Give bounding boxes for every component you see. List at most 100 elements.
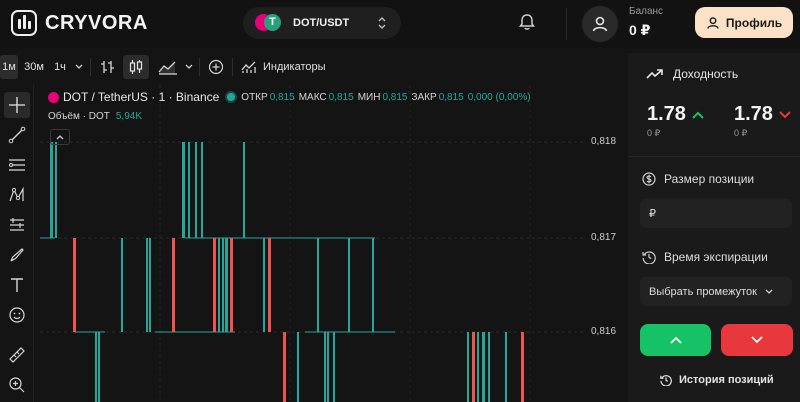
interval-1h[interactable]: 1ч	[48, 55, 72, 79]
price-tick: 0,818	[591, 136, 617, 147]
clock-history-icon	[642, 251, 656, 264]
avatar[interactable]	[582, 6, 618, 42]
buy-up-button[interactable]	[640, 324, 711, 356]
toolbar-divider	[232, 58, 233, 76]
volume-label: Объём · DOT	[48, 111, 110, 122]
indicators-icon	[241, 61, 256, 73]
bell-icon[interactable]	[517, 12, 537, 32]
panel-divider	[628, 156, 800, 157]
size-placeholder: ₽	[649, 208, 656, 220]
candle-up	[348, 238, 350, 332]
high-label: МАКС	[298, 91, 327, 103]
profile-label: Профиль	[725, 15, 783, 30]
size-label-text: Размер позиции	[664, 172, 755, 186]
collapse-legend-button[interactable]	[50, 129, 70, 145]
balance-label: Баланс	[629, 6, 664, 17]
position-history-link[interactable]: История позиций	[660, 374, 774, 386]
zoom-in-icon[interactable]	[4, 372, 30, 398]
top-header: CRYVORA T DOT/USDT Баланс 0 ₽ Профиль	[0, 0, 800, 48]
candle-down	[213, 238, 216, 332]
candle-down	[172, 238, 175, 332]
fib-levels-icon[interactable]	[4, 152, 30, 178]
profile-button[interactable]: Профиль	[695, 7, 793, 38]
ruler-icon[interactable]	[4, 342, 30, 368]
price-tick: 0,816	[591, 326, 617, 337]
pair-coin-icons: T	[255, 14, 283, 32]
pair-label: DOT/USDT	[293, 17, 350, 29]
projection-icon[interactable]	[4, 212, 30, 238]
candle-up	[372, 238, 374, 332]
dollar-coin-icon	[642, 172, 656, 186]
updown-chevron-icon	[378, 17, 386, 29]
change-value: 0,000 (0,00%)	[467, 91, 531, 103]
area-chart-type-icon[interactable]	[153, 55, 183, 79]
bar-chart-type-icon[interactable]	[95, 55, 121, 79]
indicators-button[interactable]: Индикаторы	[237, 55, 330, 79]
price-tick: 0,817	[591, 232, 617, 243]
expiry-select-value: Выбрать промежуток	[649, 285, 757, 298]
brand-name: CRYVORA	[45, 11, 148, 34]
indicators-label: Индикаторы	[263, 61, 326, 73]
payout-up: 1.78 0 ₽	[647, 103, 704, 139]
expiry-label: Время экспирации	[642, 250, 768, 264]
volume-value: 5,94K	[115, 111, 142, 122]
payout-up-currency: 0 ₽	[647, 128, 661, 138]
candle-up	[243, 142, 245, 238]
chart-legend: DOT / TetherUS · 1 · Binance ОТКР 0,815 …	[48, 90, 531, 104]
candle-up	[333, 332, 335, 402]
close-value: 0,815	[438, 91, 464, 103]
close-label: ЗАКР	[411, 91, 437, 103]
candle-up	[195, 142, 197, 238]
candle-up	[327, 332, 329, 402]
add-compare-icon[interactable]	[204, 55, 228, 79]
pattern-icon[interactable]	[4, 182, 30, 208]
payout-down-currency: 0 ₽	[734, 128, 748, 138]
payout-up-value: 1.78	[647, 103, 686, 125]
header-divider	[566, 8, 567, 40]
chevron-down-icon	[765, 289, 773, 294]
candle-down	[472, 332, 475, 402]
candle-up	[225, 238, 228, 332]
payout-title: Доходность	[673, 67, 739, 81]
candle-down	[521, 332, 524, 402]
price-chart[interactable]: DOT / TetherUS · 1 · Binance ОТКР 0,815 …	[35, 85, 625, 402]
payout-down-value: 1.78	[734, 103, 773, 125]
candle-up	[324, 332, 326, 402]
candle-up	[477, 332, 479, 402]
open-label: ОТКР	[241, 91, 268, 103]
candle-up	[149, 238, 151, 332]
trend-line-icon[interactable]	[4, 122, 30, 148]
interval-1m[interactable]: 1м	[0, 55, 18, 79]
crosshair-icon[interactable]	[4, 92, 30, 118]
position-size-input[interactable]: ₽	[640, 199, 792, 228]
candle-up	[50, 142, 53, 238]
brush-icon[interactable]	[4, 242, 30, 268]
toolbar-divider	[199, 58, 200, 76]
low-label: МИН	[357, 91, 381, 103]
candles-layer	[40, 85, 583, 402]
pair-selector[interactable]: T DOT/USDT	[243, 7, 401, 39]
candle-up	[55, 142, 57, 238]
toolbar-divider	[90, 58, 91, 76]
candles-chart-type-icon[interactable]	[123, 55, 149, 79]
expiry-label-text: Время экспирации	[664, 250, 768, 264]
candle-up	[488, 332, 490, 402]
sell-down-button[interactable]	[721, 324, 793, 356]
market-status-dot	[227, 93, 236, 101]
text-tool-icon[interactable]	[4, 272, 30, 298]
candle-down	[283, 332, 286, 402]
candle-up	[188, 142, 190, 238]
interval-30m[interactable]: 30м	[20, 55, 48, 79]
candle-down	[268, 238, 271, 332]
history-label: История позиций	[679, 374, 774, 386]
chevron-down-icon	[779, 110, 791, 118]
emoji-icon[interactable]	[4, 302, 30, 328]
candle-up	[121, 238, 123, 332]
expiry-select[interactable]: Выбрать промежуток	[640, 277, 792, 306]
position-size-label: Размер позиции	[642, 172, 754, 186]
chevron-down-icon[interactable]	[72, 55, 86, 79]
chevron-up-icon	[56, 135, 64, 140]
chevron-down-icon[interactable]	[183, 55, 195, 79]
candle-up	[482, 332, 485, 402]
brand-logo[interactable]: CRYVORA	[11, 10, 148, 36]
